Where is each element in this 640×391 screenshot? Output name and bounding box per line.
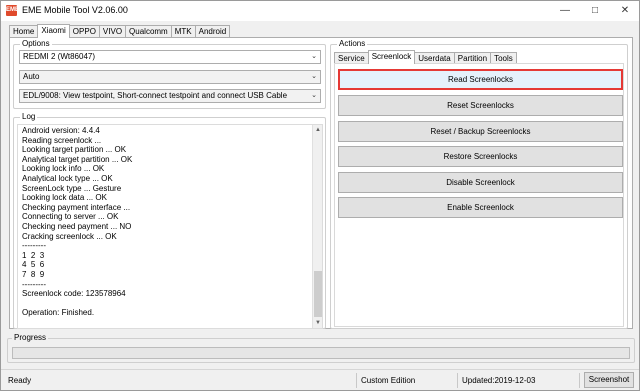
scroll-down-icon[interactable]: ▼ xyxy=(313,318,323,328)
log-line: Checking payment interface ... xyxy=(22,202,131,212)
log-line: --------- xyxy=(22,279,46,289)
log-lines: Android version: 4.4.4 Reading screenlock… xyxy=(22,126,310,318)
log-title: Log xyxy=(20,112,38,121)
enable-screenlock-button[interactable]: Enable Screenlock xyxy=(338,197,623,218)
log-line: Looking target partition ... OK xyxy=(22,145,127,155)
title-bar: EME EME Mobile Tool V2.06.00 — □ ✕ xyxy=(1,1,639,21)
log-line: Connecting to server ... OK xyxy=(22,212,119,222)
progress-bar xyxy=(12,347,630,359)
log-line: Screenlock code: 123578964 xyxy=(22,289,126,299)
mode-select-value: Auto xyxy=(23,72,40,81)
action-tabs: Service Screenlock Userdata Partition To… xyxy=(334,50,517,64)
log-line: 7 8 9 xyxy=(22,269,45,279)
progress-title: Progress xyxy=(12,333,49,342)
actions-title: Actions xyxy=(337,39,368,48)
log-line: Analytical target partition ... OK xyxy=(22,154,133,164)
model-select-value: REDMI 2 (Wt86047) xyxy=(23,52,96,61)
chevron-down-icon: ⌄ xyxy=(311,53,317,60)
chevron-down-icon: ⌄ xyxy=(311,73,317,80)
log-line: Looking lock info ... OK xyxy=(22,164,105,174)
log-line: Android version: 4.4.4 xyxy=(22,126,100,135)
log-line: Cracking screenlock ... OK xyxy=(22,231,117,241)
log-line: Operation: Finished. xyxy=(22,308,95,318)
connection-select[interactable]: EDL/9008: View testpoint, Short-connect … xyxy=(19,89,321,103)
model-select[interactable]: REDMI 2 (Wt86047) ⌄ xyxy=(19,50,321,64)
scroll-up-icon[interactable]: ▲ xyxy=(313,125,323,135)
status-state: Ready xyxy=(8,376,32,385)
scroll-thumb[interactable] xyxy=(314,271,322,317)
status-divider xyxy=(356,373,357,388)
close-icon[interactable]: ✕ xyxy=(611,1,639,21)
tab-xiaomi[interactable]: Xiaomi xyxy=(37,24,70,38)
status-divider xyxy=(457,373,458,388)
maximize-icon[interactable]: □ xyxy=(581,1,609,21)
options-title: Options xyxy=(20,39,52,48)
app-window: EME EME Mobile Tool V2.06.00 — □ ✕ Home … xyxy=(0,0,640,391)
screenshot-button[interactable]: Screenshot xyxy=(584,372,634,388)
connection-select-value: EDL/9008: View testpoint, Short-connect … xyxy=(23,91,288,100)
reset-screenlocks-button[interactable]: Reset Screenlocks xyxy=(338,95,623,116)
reset-backup-screenlocks-button[interactable]: Reset / Backup Screenlocks xyxy=(338,121,623,142)
chevron-down-icon: ⌄ xyxy=(311,92,317,99)
restore-screenlocks-button[interactable]: Restore Screenlocks xyxy=(338,146,623,167)
log-line: 4 5 6 xyxy=(22,260,45,270)
disable-screenlock-button[interactable]: Disable Screenlock xyxy=(338,172,623,193)
log-line: ScreenLock type ... Gesture xyxy=(22,183,122,193)
status-edition: Custom Edition xyxy=(361,376,416,385)
log-line: 1 2 3 xyxy=(22,250,45,260)
log-line: Reading screenlock ... xyxy=(22,135,102,145)
read-screenlocks-button[interactable]: Read Screenlocks xyxy=(338,69,623,90)
mode-select[interactable]: Auto ⌄ xyxy=(19,70,321,84)
progress-group: Progress xyxy=(7,333,635,363)
log-line: --------- xyxy=(22,241,46,251)
tab-screenlock[interactable]: Screenlock xyxy=(367,50,416,64)
status-divider xyxy=(579,373,580,388)
log-line: Checking need payment ... NO xyxy=(22,221,132,231)
log-scrollbar[interactable]: ▲ ▼ xyxy=(312,125,322,328)
log-line: Looking lock data ... OK xyxy=(22,193,107,203)
log-line: Analytical lock type ... OK xyxy=(22,173,113,183)
status-updated: Updated:2019-12-03 xyxy=(462,376,536,385)
brand-tabs: Home Xiaomi OPPO VIVO Qualcomm MTK Andro… xyxy=(9,24,231,38)
log-textarea[interactable]: Android version: 4.4.4 Reading screenlock… xyxy=(17,124,323,329)
minimize-icon[interactable]: — xyxy=(551,1,579,21)
window-title: EME Mobile Tool V2.06.00 xyxy=(22,5,128,15)
app-logo-icon: EME xyxy=(6,5,19,16)
status-bar: Ready Custom Edition Updated:2019-12-03 … xyxy=(1,369,639,390)
